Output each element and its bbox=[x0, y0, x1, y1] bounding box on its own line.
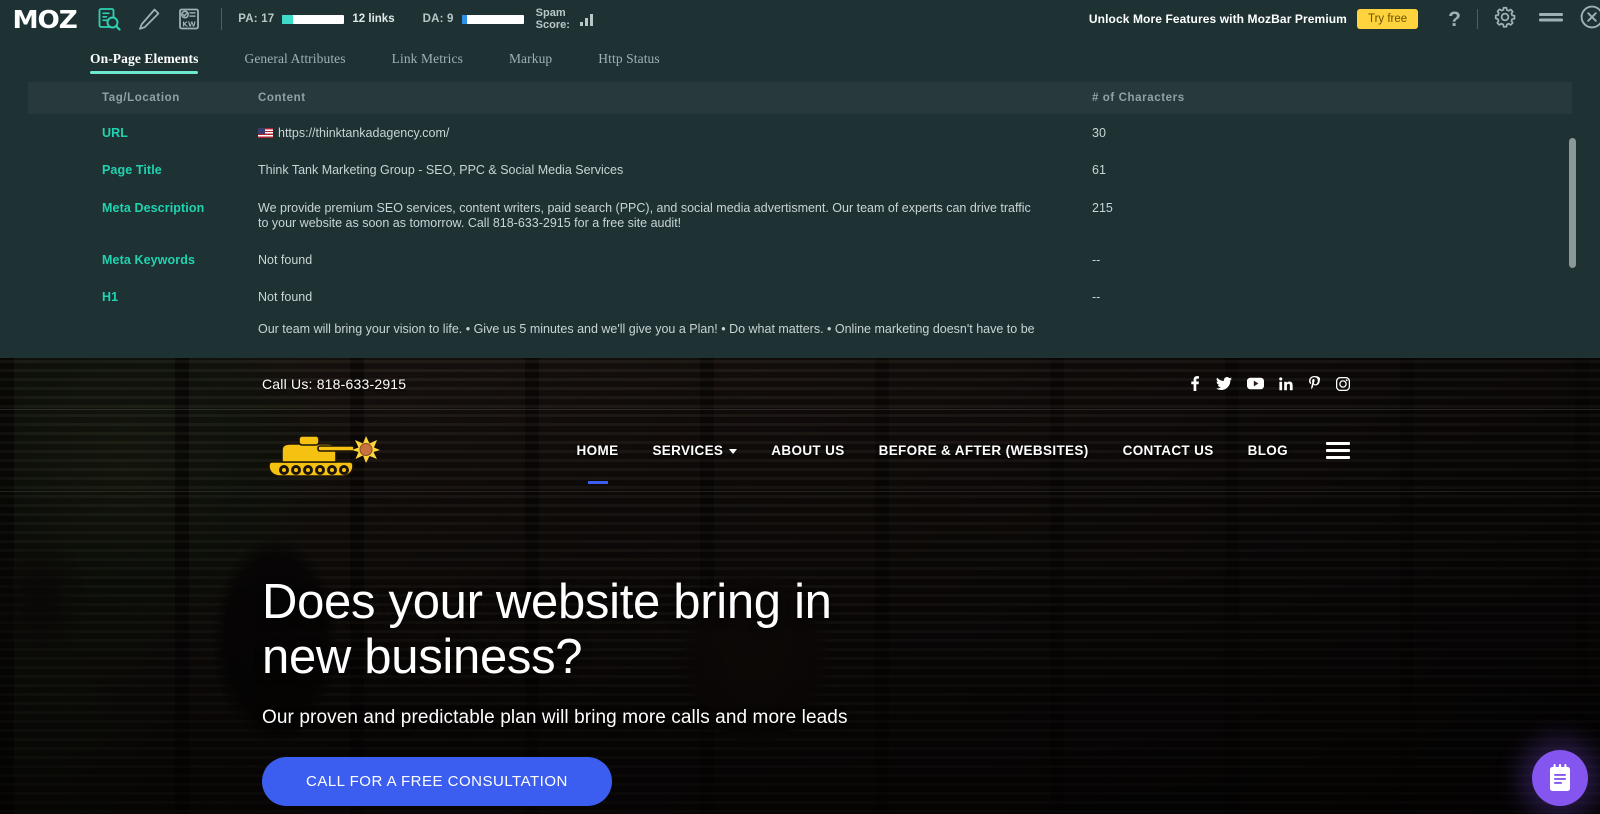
facebook-icon[interactable] bbox=[1188, 376, 1201, 391]
call-us-text[interactable]: Call Us: 818-633-2915 bbox=[262, 376, 406, 392]
page-authority-meter bbox=[282, 14, 345, 24]
row-chars-h1: -- bbox=[1092, 290, 1101, 305]
table-row: H1 Not found -- bbox=[28, 278, 1572, 315]
linkedin-icon[interactable] bbox=[1279, 376, 1293, 391]
controls-divider bbox=[1477, 9, 1478, 29]
highlighter-pencil-icon[interactable] bbox=[137, 7, 161, 31]
social-links bbox=[1188, 375, 1350, 392]
mozbar-panel: MOZ KW PA: 17 12 links DA: 9 Spam Score:… bbox=[0, 0, 1600, 358]
column-header-characters: # of Characters bbox=[1092, 92, 1185, 104]
row-tag-meta-keywords: Meta Keywords bbox=[102, 253, 195, 267]
hamburger-icon[interactable] bbox=[1326, 442, 1350, 459]
nav-link-home[interactable]: HOME bbox=[577, 443, 619, 458]
row-content-h1: Not found bbox=[258, 290, 313, 305]
moz-logo[interactable]: MOZ bbox=[12, 7, 77, 32]
column-header-tag-location: Tag/Location bbox=[102, 92, 180, 104]
row-content-meta-description: We provide premium SEO services, content… bbox=[258, 200, 1031, 230]
spam-score-label: Spam Score: bbox=[535, 7, 570, 31]
domain-authority-meter bbox=[461, 14, 524, 24]
spam-score-bars bbox=[579, 13, 593, 26]
table-row: URL https://thinktankadagency.com/ 30 bbox=[28, 114, 1572, 151]
tab-general-attributes[interactable]: General Attributes bbox=[244, 51, 345, 76]
row-content-partial: Our team will bring your vision to life.… bbox=[258, 321, 1035, 336]
help-icon[interactable]: ? bbox=[1448, 9, 1461, 30]
column-header-content: Content bbox=[258, 92, 306, 104]
domain-authority-label: DA: 9 bbox=[422, 13, 454, 25]
table-row: Meta Description We provide premium SEO … bbox=[28, 189, 1572, 242]
row-chars-meta-keywords: -- bbox=[1092, 253, 1101, 267]
notepad-icon bbox=[1550, 764, 1570, 791]
hero-section: Does your website bring in new business?… bbox=[262, 575, 1162, 806]
instagram-icon[interactable] bbox=[1336, 376, 1350, 391]
site-topbar: Call Us: 818-633-2915 bbox=[0, 358, 1600, 410]
row-tag-h1: H1 bbox=[102, 290, 119, 305]
row-content-meta-keywords: Not found bbox=[258, 253, 313, 267]
row-chars-url: 30 bbox=[1092, 126, 1106, 140]
row-chars-page-title: 61 bbox=[1092, 163, 1106, 178]
page-analysis-icon[interactable] bbox=[97, 7, 121, 31]
toolbar-right-controls: Unlock More Features with MozBar Premium… bbox=[1088, 5, 1600, 34]
table-row: Page Title Think Tank Marketing Group - … bbox=[28, 151, 1572, 188]
nav-link-blog[interactable]: BLOG bbox=[1248, 443, 1288, 458]
table-row-partial: Our team will bring your vision to life.… bbox=[28, 316, 1572, 337]
svg-text:KW: KW bbox=[183, 19, 197, 28]
row-tag-page-title: Page Title bbox=[102, 163, 162, 178]
nav-link-before-after[interactable]: BEFORE & AFTER (WEBSITES) bbox=[879, 443, 1089, 458]
keyword-icon[interactable]: KW bbox=[177, 7, 201, 31]
table-row: Meta Keywords Not found -- bbox=[28, 241, 1572, 278]
table-body: URL https://thinktankadagency.com/ 30 Pa… bbox=[0, 114, 1600, 337]
mozbar-tabs: On-Page Elements General Attributes Link… bbox=[0, 38, 1600, 76]
row-tag-url: URL bbox=[102, 126, 128, 140]
nav-link-services[interactable]: SERVICES bbox=[652, 443, 738, 458]
gear-icon[interactable] bbox=[1494, 6, 1516, 33]
youtube-icon[interactable] bbox=[1247, 377, 1264, 390]
tab-markup[interactable]: Markup bbox=[509, 51, 552, 76]
nav-links: HOME SERVICES ABOUT US BEFORE & AFTER (W… bbox=[543, 442, 1350, 459]
form-chat-widget[interactable] bbox=[1532, 750, 1588, 806]
mozbar-toolbar: MOZ KW PA: 17 12 links DA: 9 Spam Score:… bbox=[0, 0, 1600, 38]
chevron-down-icon bbox=[729, 449, 738, 454]
row-content-url[interactable]: https://thinktankadagency.com/ bbox=[258, 126, 1092, 141]
row-chars-meta-description: 215 bbox=[1092, 200, 1113, 215]
site-navigation: HOME SERVICES ABOUT US BEFORE & AFTER (W… bbox=[0, 410, 1600, 492]
tab-http-status[interactable]: Http Status bbox=[598, 51, 659, 76]
site-logo[interactable] bbox=[262, 420, 380, 482]
minimize-icon[interactable] bbox=[1538, 9, 1564, 30]
nav-link-contact-us[interactable]: CONTACT US bbox=[1123, 443, 1214, 458]
pinterest-icon[interactable] bbox=[1308, 375, 1321, 392]
tab-link-metrics[interactable]: Link Metrics bbox=[392, 51, 463, 76]
tab-on-page-elements[interactable]: On-Page Elements bbox=[90, 51, 199, 76]
try-free-button[interactable]: Try free bbox=[1356, 9, 1419, 29]
hero-heading: Does your website bring in new business? bbox=[262, 575, 832, 684]
call-for-consultation-button[interactable]: CALL FOR A FREE CONSULTATION bbox=[262, 756, 612, 806]
twitter-icon[interactable] bbox=[1216, 376, 1232, 391]
links-count: 12 links bbox=[352, 13, 395, 25]
row-tag-meta-description: Meta Description bbox=[102, 200, 205, 215]
mozbar-scrollbar-thumb[interactable] bbox=[1569, 138, 1576, 268]
page-authority-label: PA: 17 bbox=[238, 13, 275, 25]
row-content-page-title: Think Tank Marketing Group - SEO, PPC & … bbox=[258, 163, 624, 178]
toolbar-divider bbox=[221, 8, 223, 30]
nav-link-about-us[interactable]: ABOUT US bbox=[771, 443, 844, 458]
close-icon[interactable] bbox=[1580, 5, 1600, 34]
table-header-row: Tag/Location Content # of Characters bbox=[28, 82, 1572, 114]
us-flag-icon bbox=[258, 128, 273, 138]
premium-promo-text: Unlock More Features with MozBar Premium bbox=[1088, 12, 1347, 26]
hero-subheading: Our proven and predictable plan will bri… bbox=[262, 706, 848, 728]
